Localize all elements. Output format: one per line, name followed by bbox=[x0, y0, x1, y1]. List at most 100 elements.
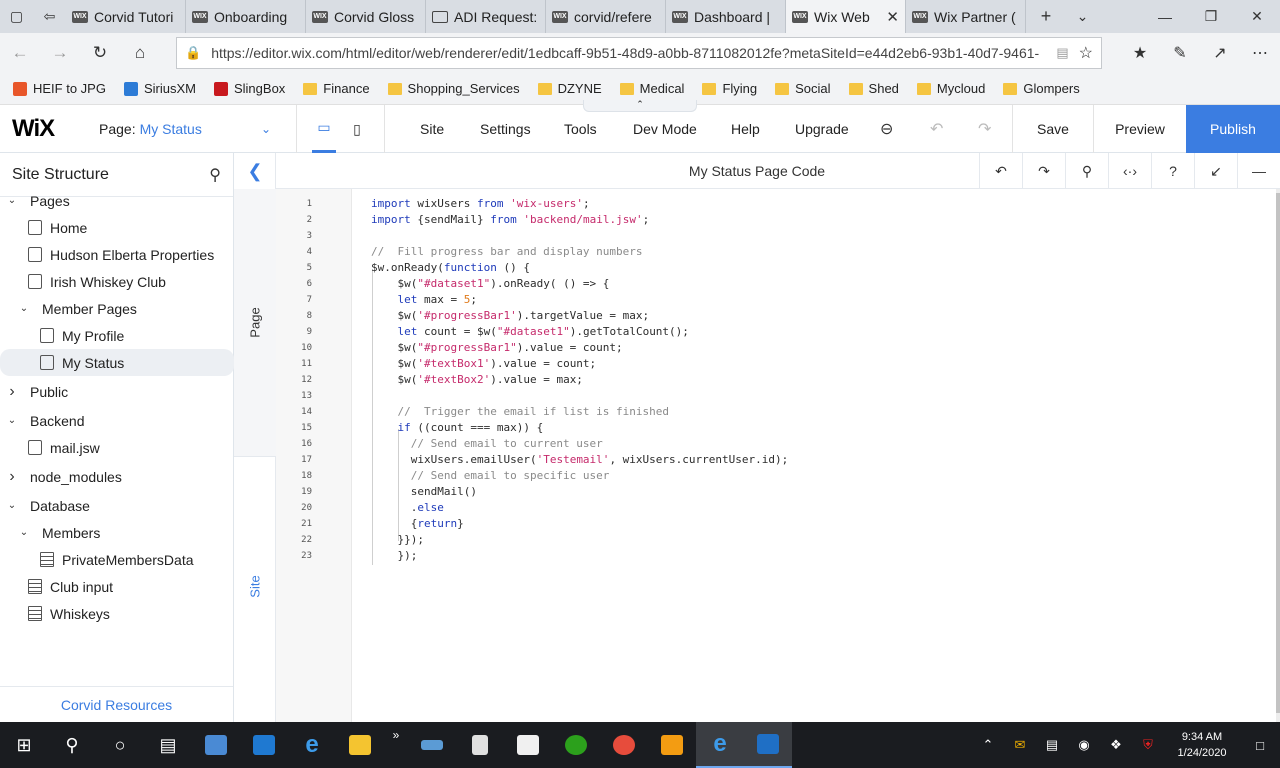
quickbooks-icon[interactable] bbox=[552, 722, 600, 768]
media-player-icon[interactable] bbox=[648, 722, 696, 768]
camera-icon[interactable] bbox=[504, 722, 552, 768]
bookmark-item[interactable]: SlingBox bbox=[207, 81, 292, 96]
bookmark-item[interactable]: Finance bbox=[296, 81, 376, 96]
reading-view-icon[interactable]: ▤ bbox=[1056, 45, 1068, 61]
menu-site[interactable]: Site bbox=[420, 105, 444, 153]
share-icon[interactable]: ↗ bbox=[1200, 43, 1240, 63]
browser-tab[interactable]: WIX Corvid Gloss bbox=[306, 0, 426, 33]
bookmark-item[interactable]: Glompers bbox=[996, 81, 1086, 96]
windows-start-icon[interactable]: ⊞ bbox=[0, 722, 48, 768]
browser-tab[interactable]: WIX Wix Partner ( bbox=[906, 0, 1026, 33]
dropbox-icon[interactable]: ❖ bbox=[1100, 737, 1132, 753]
task-view-icon[interactable]: ▤ bbox=[144, 722, 192, 768]
code-line[interactable]: $w('#textBox1').value = count; bbox=[371, 356, 596, 372]
tree-item[interactable]: Hudson Elberta Properties bbox=[0, 241, 234, 268]
tree-item[interactable]: Irish Whiskey Club bbox=[0, 268, 234, 295]
page-selector[interactable]: Page: My Status ⌄ bbox=[99, 105, 279, 153]
tree-item[interactable]: ⌄ Pages bbox=[0, 187, 234, 214]
collapse-panel-icon[interactable]: ❮ bbox=[234, 153, 276, 189]
scrollbar-thumb[interactable] bbox=[1276, 193, 1280, 713]
desktop-icon[interactable] bbox=[240, 722, 288, 768]
chevron-down-icon[interactable]: ⌄ bbox=[6, 500, 18, 511]
tree-item[interactable]: ⌄ Members bbox=[0, 519, 234, 546]
zoom-out-icon[interactable]: ⊖ bbox=[880, 105, 893, 153]
tree-item[interactable]: Club input bbox=[0, 573, 234, 600]
close-window-icon[interactable]: ✕ bbox=[1234, 8, 1280, 25]
search-icon[interactable]: ⚲ bbox=[1065, 153, 1108, 189]
redo-icon[interactable]: ↷ bbox=[1022, 153, 1065, 189]
help-icon[interactable]: ? bbox=[1151, 153, 1194, 189]
favorites-icon[interactable]: ★ bbox=[1120, 43, 1160, 63]
notifications-icon[interactable]: □ bbox=[1240, 738, 1280, 753]
ez-icon[interactable] bbox=[600, 722, 648, 768]
menu-tools[interactable]: Tools bbox=[564, 105, 597, 153]
desktop-view-icon[interactable]: ▭ bbox=[312, 105, 336, 153]
tree-item[interactable]: mail.jsw bbox=[0, 434, 234, 461]
minimize-panel-icon[interactable]: — bbox=[1237, 153, 1280, 189]
publish-button[interactable]: Publish bbox=[1186, 105, 1280, 153]
tree-item[interactable]: ⌄ Database bbox=[0, 492, 234, 519]
mail-icon[interactable]: ✉ bbox=[1004, 737, 1036, 753]
bookmark-item[interactable]: Flying bbox=[695, 81, 764, 96]
menu-help[interactable]: Help bbox=[731, 105, 760, 153]
chevron-down-icon[interactable]: ⌄ bbox=[18, 303, 30, 314]
code-line[interactable]: let max = 5; bbox=[371, 292, 477, 308]
code-format-icon[interactable]: ‹·› bbox=[1108, 153, 1151, 189]
browser-tab[interactable]: WIX Corvid Tutori bbox=[66, 0, 186, 33]
tree-item[interactable]: ⌄ Backend bbox=[0, 407, 234, 434]
restore-icon[interactable]: ❐ bbox=[1188, 8, 1234, 25]
overflow-icon[interactable]: » bbox=[384, 722, 408, 768]
code-line[interactable]: let count = $w("#dataset1").getTotalCoun… bbox=[371, 324, 689, 340]
menu-dev-mode[interactable]: Dev Mode bbox=[633, 105, 697, 153]
code-line[interactable]: {return} bbox=[371, 516, 464, 532]
preview-button[interactable]: Preview bbox=[1094, 105, 1186, 153]
chevron-up-icon[interactable]: ⌃ bbox=[972, 737, 1004, 753]
url-field[interactable]: 🔒 https://editor.wix.com/html/editor/web… bbox=[176, 37, 1102, 69]
chevron-down-icon[interactable]: ⌄ bbox=[6, 415, 18, 426]
chevron-right-icon[interactable]: › bbox=[6, 383, 18, 401]
url-text[interactable]: https://editor.wix.com/html/editor/web/r… bbox=[211, 45, 1046, 61]
tab-actions-icon[interactable]: ▢ bbox=[0, 0, 33, 33]
browser-tab[interactable]: WIX Onboarding bbox=[186, 0, 306, 33]
browser-tab[interactable]: WIX Wix Web ✕ bbox=[786, 0, 906, 33]
bookmark-item[interactable]: Mycloud bbox=[910, 81, 992, 96]
mcafee-icon[interactable]: ⛨ bbox=[1132, 737, 1164, 753]
tree-item[interactable]: My Status bbox=[0, 349, 234, 376]
browser-tab[interactable]: WIX corvid/refere bbox=[546, 0, 666, 33]
edge-icon[interactable]: e bbox=[696, 722, 744, 768]
redo-icon[interactable]: ↷ bbox=[978, 105, 991, 153]
scanner-icon[interactable] bbox=[408, 722, 456, 768]
bookmark-item[interactable]: Medical bbox=[613, 81, 692, 96]
code-line[interactable]: // Trigger the email if list is finished bbox=[371, 404, 669, 420]
bookmark-item[interactable]: Shed bbox=[842, 81, 906, 96]
tab-list-dropdown-icon[interactable]: ⌄ bbox=[1066, 0, 1099, 33]
tab-page[interactable]: Page bbox=[234, 189, 276, 457]
back-icon[interactable]: ← bbox=[0, 43, 40, 63]
code-line[interactable]: // Fill progress bar and display numbers bbox=[371, 244, 643, 260]
tree-item[interactable]: ⌄ Member Pages bbox=[0, 295, 234, 322]
code-line[interactable]: $w("#progressBar1").value = count; bbox=[371, 340, 622, 356]
code-line[interactable]: // Send email to current user bbox=[371, 436, 603, 452]
code-line[interactable]: // Send email to specific user bbox=[371, 468, 610, 484]
tree-item[interactable]: › Public bbox=[0, 378, 234, 405]
bookmark-item[interactable]: SiriusXM bbox=[117, 81, 203, 96]
code-line[interactable]: .else bbox=[371, 500, 444, 516]
tree-item[interactable]: My Profile bbox=[0, 322, 234, 349]
favorite-star-icon[interactable]: ☆ bbox=[1079, 43, 1093, 63]
cortana-icon[interactable]: ○ bbox=[96, 722, 144, 768]
code-line[interactable]: }); bbox=[371, 548, 417, 564]
pen-icon[interactable]: ✎ bbox=[1160, 43, 1200, 63]
set-aside-tabs-icon[interactable]: ⇦ bbox=[33, 0, 66, 33]
code-line[interactable]: sendMail() bbox=[371, 484, 477, 500]
tree-item[interactable]: PrivateMembersData bbox=[0, 546, 234, 573]
vpn-icon[interactable]: ◉ bbox=[1068, 737, 1100, 753]
chevron-down-icon[interactable]: ⌄ bbox=[18, 527, 30, 538]
tree-item[interactable]: Whiskeys bbox=[0, 600, 234, 627]
control-panel-icon[interactable] bbox=[192, 722, 240, 768]
more-icon[interactable]: ⋯ bbox=[1240, 43, 1280, 63]
tree-item[interactable]: Home bbox=[0, 214, 234, 241]
new-tab-button[interactable]: + bbox=[1026, 0, 1066, 33]
save-button[interactable]: Save bbox=[1013, 105, 1093, 153]
editor-scrollbar[interactable] bbox=[1276, 189, 1280, 722]
chevron-down-icon[interactable]: ⌄ bbox=[6, 195, 18, 206]
